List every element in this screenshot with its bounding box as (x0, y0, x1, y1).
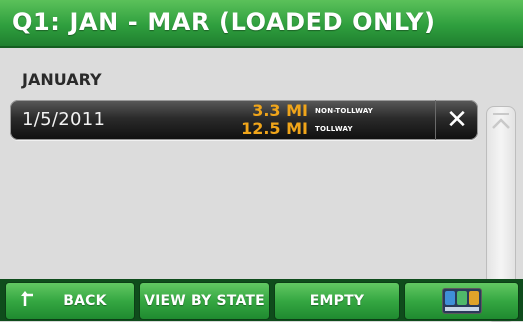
delete-trip-button[interactable]: ✕ (435, 100, 478, 140)
close-icon: ✕ (446, 105, 468, 135)
trip-row[interactable]: 1/5/2011 3.3 MI NON-TOLLWAY 12.5 MI TOLL… (10, 100, 478, 140)
tollway-miles: 12.5 MI (241, 119, 308, 138)
screen: Q1: JAN - MAR (LOADED ONLY) JANUARY 1/5/… (0, 0, 523, 322)
back-label: BACK (63, 293, 107, 309)
view-by-state-button[interactable]: VIEW BY STATE (139, 282, 270, 320)
month-header: JANUARY (22, 70, 102, 89)
page-title: Q1: JAN - MAR (LOADED ONLY) (12, 8, 436, 36)
dashboard-button[interactable] (404, 282, 519, 320)
trip-date: 1/5/2011 (22, 109, 106, 130)
title-bar: Q1: JAN - MAR (LOADED ONLY) (0, 0, 523, 48)
trip-list: JANUARY 1/5/2011 3.3 MI NON-TOLLWAY 12.5… (0, 50, 523, 322)
non-tollway-miles: 3.3 MI (252, 101, 308, 120)
non-tollway-label: NON-TOLLWAY (315, 107, 374, 115)
bottom-toolbar: BACK VIEW BY STATE EMPTY (0, 279, 523, 321)
back-arrow-icon (19, 290, 37, 313)
empty-label: EMPTY (309, 293, 365, 309)
view-by-state-label: VIEW BY STATE (144, 293, 265, 309)
empty-button[interactable]: EMPTY (274, 282, 400, 320)
scroll-up-icon[interactable] (487, 113, 515, 133)
tollway-label: TOLLWAY (315, 125, 353, 133)
dashboard-icon (441, 288, 482, 314)
back-button[interactable]: BACK (5, 282, 135, 320)
